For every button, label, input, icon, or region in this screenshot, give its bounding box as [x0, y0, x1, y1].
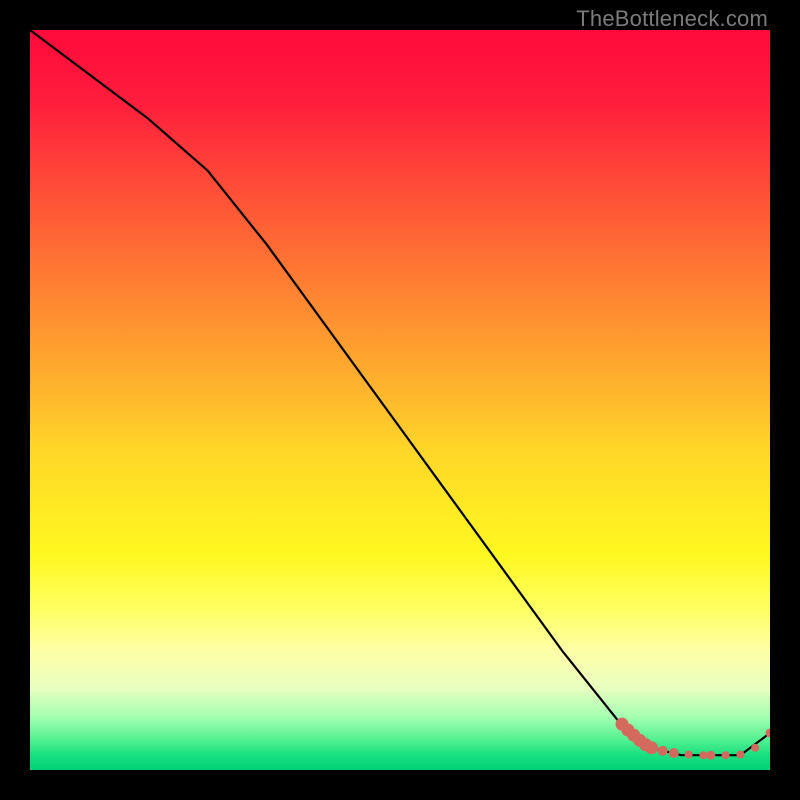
marker-point [699, 751, 707, 759]
marker-point [645, 741, 658, 754]
curve-line [30, 30, 770, 755]
marker-point [736, 751, 744, 759]
marker-point [685, 751, 693, 759]
marker-point [751, 744, 759, 752]
chart-overlay [30, 30, 770, 770]
marker-point [669, 748, 679, 758]
watermark-text: TheBottleneck.com [576, 6, 768, 32]
marker-group [616, 718, 771, 760]
plot-area [30, 30, 770, 770]
marker-point [658, 746, 668, 756]
marker-point [722, 751, 730, 759]
marker-point [706, 751, 715, 760]
